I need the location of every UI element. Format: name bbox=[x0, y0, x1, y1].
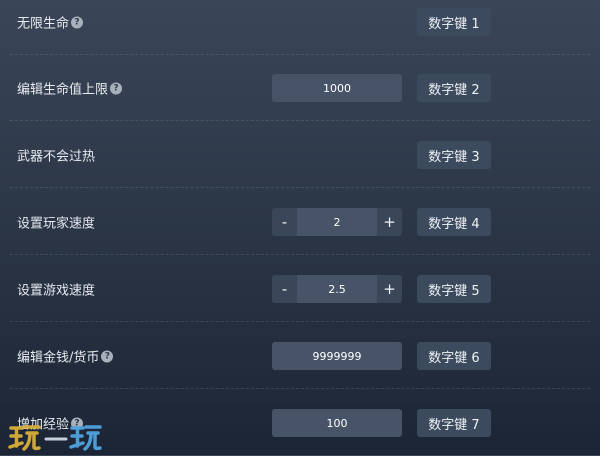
increment-button[interactable]: + bbox=[377, 208, 402, 236]
money-input[interactable]: 9999999 bbox=[272, 342, 402, 370]
player-speed-value[interactable]: 2 bbox=[297, 208, 377, 236]
option-label: 无限生命 ? bbox=[17, 13, 84, 32]
increment-button[interactable]: + bbox=[377, 275, 402, 303]
option-label-text: 无限生命 bbox=[17, 16, 70, 32]
row-divider bbox=[10, 388, 590, 389]
row-divider bbox=[10, 187, 590, 188]
option-label: 武器不会过热 bbox=[17, 146, 95, 165]
hotkey-button-1[interactable]: 数字键 1 bbox=[417, 8, 491, 36]
player-speed-stepper: - 2 + bbox=[272, 208, 402, 236]
option-label-text: 武器不会过热 bbox=[17, 149, 96, 165]
option-row-edit-max-health: 编辑生命值上限 ? 1000 数字键 2 bbox=[0, 55, 600, 121]
option-label: 编辑生命值上限 ? bbox=[17, 79, 123, 98]
help-icon[interactable]: ? bbox=[101, 350, 114, 362]
decrement-button[interactable]: - bbox=[272, 275, 297, 303]
hotkey-button-6[interactable]: 数字键 6 bbox=[417, 342, 491, 370]
hotkey-button-3[interactable]: 数字键 3 bbox=[417, 141, 491, 169]
option-label-text: 编辑金钱/货币 bbox=[17, 350, 100, 366]
hotkey-button-5[interactable]: 数字键 5 bbox=[417, 275, 491, 303]
decrement-button[interactable]: - bbox=[272, 208, 297, 236]
hotkey-button-2[interactable]: 数字键 2 bbox=[417, 74, 491, 102]
option-label-text: 设置游戏速度 bbox=[17, 283, 96, 299]
watermark-logo bbox=[8, 425, 102, 451]
game-speed-value[interactable]: 2.5 bbox=[297, 275, 377, 303]
option-label: 设置玩家速度 bbox=[17, 213, 95, 232]
game-speed-stepper: - 2.5 + bbox=[272, 275, 402, 303]
row-divider bbox=[10, 120, 590, 121]
option-label-text: 设置玩家速度 bbox=[17, 216, 96, 232]
help-icon[interactable]: ? bbox=[71, 16, 84, 28]
option-row-edit-money: 编辑金钱/货币 ? 9999999 数字键 6 bbox=[0, 323, 600, 389]
help-icon[interactable]: ? bbox=[110, 82, 123, 94]
option-row-infinite-health: 无限生命 ? 数字键 1 bbox=[0, 0, 600, 55]
option-label-text: 编辑生命值上限 bbox=[17, 82, 109, 98]
option-label: 设置游戏速度 bbox=[17, 280, 95, 299]
max-health-input[interactable]: 1000 bbox=[272, 74, 402, 102]
experience-input[interactable]: 100 bbox=[272, 409, 402, 437]
row-divider bbox=[10, 321, 590, 322]
option-row-no-overheat: 武器不会过热 数字键 3 bbox=[0, 122, 600, 188]
option-row-player-speed: 设置玩家速度 - 2 + 数字键 4 bbox=[0, 189, 600, 255]
option-row-game-speed: 设置游戏速度 - 2.5 + 数字键 5 bbox=[0, 256, 600, 322]
row-divider bbox=[10, 254, 590, 255]
option-label: 编辑金钱/货币 ? bbox=[17, 347, 114, 366]
hotkey-button-4[interactable]: 数字键 4 bbox=[417, 208, 491, 236]
hotkey-button-7[interactable]: 数字键 7 bbox=[417, 409, 491, 437]
